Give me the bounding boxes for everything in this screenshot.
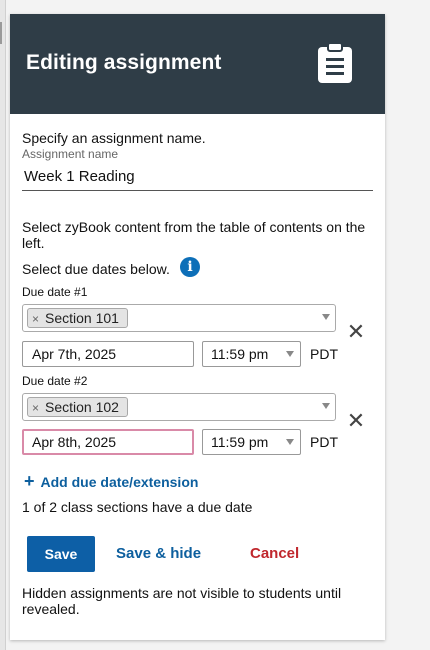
left-panel-edge bbox=[0, 0, 6, 650]
timezone-label: PDT bbox=[310, 346, 338, 362]
clipboard-icon bbox=[318, 42, 352, 83]
chevron-down-icon bbox=[322, 403, 330, 409]
save-button[interactable]: Save bbox=[27, 536, 95, 572]
due-dates-instructions: Select due dates below. bbox=[22, 261, 170, 277]
content-instructions: Select zyBook content from the table of … bbox=[22, 219, 366, 251]
timezone-label: PDT bbox=[310, 434, 338, 450]
due-date-input[interactable]: Apr 7th, 2025 bbox=[22, 341, 194, 367]
page-title: Editing assignment bbox=[26, 51, 222, 74]
chevron-down-icon bbox=[286, 351, 294, 357]
section-chip-label: Section 101 bbox=[45, 310, 119, 326]
panel-header: Editing assignment bbox=[10, 14, 385, 114]
left-panel-marker bbox=[0, 22, 2, 44]
save-and-hide-button[interactable]: Save & hide bbox=[116, 536, 201, 572]
info-icon[interactable]: i bbox=[180, 257, 200, 277]
due-time-value: 11:59 pm bbox=[211, 434, 269, 450]
due-time-select[interactable]: 11:59 pm bbox=[202, 429, 301, 455]
section-select[interactable]: × Section 102 bbox=[22, 393, 336, 421]
assignment-name-input[interactable]: Week 1 Reading bbox=[22, 163, 373, 191]
due-date-status: 1 of 2 class sections have a due date bbox=[22, 499, 253, 515]
edit-assignment-panel: Editing assignment Specify an assignment… bbox=[10, 14, 385, 640]
remove-due-date-button[interactable]: ✕ bbox=[346, 321, 366, 343]
due-date-input[interactable]: Apr 8th, 2025 bbox=[22, 429, 194, 455]
chip-remove-icon[interactable]: × bbox=[32, 312, 39, 326]
section-chip: × Section 102 bbox=[27, 397, 128, 417]
cancel-button[interactable]: Cancel bbox=[250, 536, 299, 572]
assignment-name-label: Assignment name bbox=[22, 147, 119, 161]
due-date-label: Due date #1 bbox=[22, 285, 88, 299]
add-due-date-link[interactable]: + Add due date/extension bbox=[24, 471, 198, 492]
chevron-down-icon bbox=[286, 439, 294, 445]
due-time-select[interactable]: 11:59 pm bbox=[202, 341, 301, 367]
hidden-assignments-note: Hidden assignments are not visible to st… bbox=[22, 585, 342, 617]
remove-due-date-button[interactable]: ✕ bbox=[346, 410, 366, 432]
name-prompt: Specify an assignment name. bbox=[22, 130, 206, 146]
chip-remove-icon[interactable]: × bbox=[32, 401, 39, 415]
add-due-date-label: Add due date/extension bbox=[40, 474, 199, 490]
due-time-value: 11:59 pm bbox=[211, 346, 269, 362]
section-chip: × Section 101 bbox=[27, 308, 128, 328]
chevron-down-icon bbox=[322, 314, 330, 320]
plus-icon: + bbox=[24, 471, 35, 491]
section-chip-label: Section 102 bbox=[45, 399, 119, 415]
section-select[interactable]: × Section 101 bbox=[22, 304, 336, 332]
due-date-label: Due date #2 bbox=[22, 374, 88, 388]
